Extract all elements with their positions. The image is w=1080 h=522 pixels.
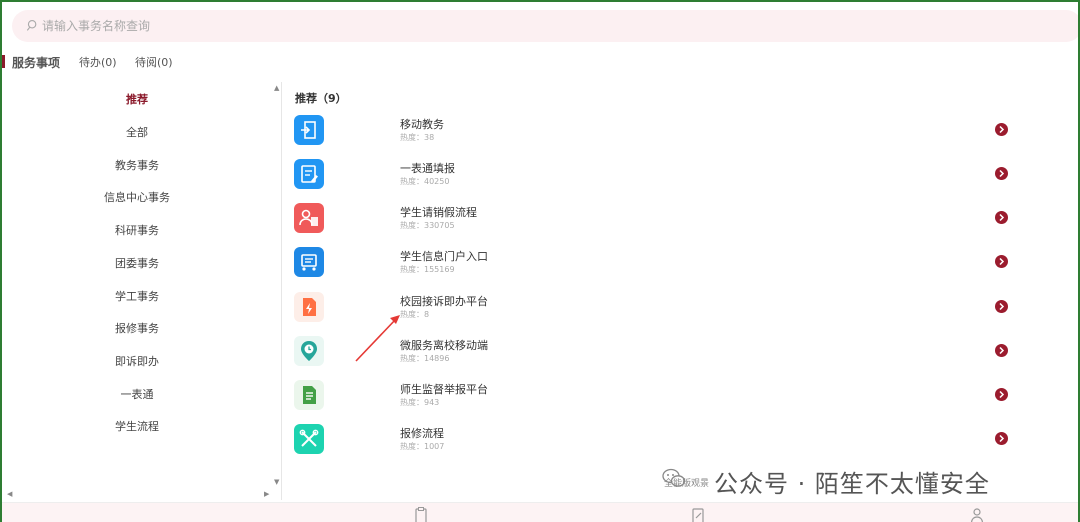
service-list: 推荐（9） 移动教务 热度：38 一表通填报 热度：40250 学生请销假流程 … bbox=[284, 82, 1078, 500]
service-row-student-portal[interactable]: 学生信息门户入口 热度：155169 bbox=[284, 247, 1078, 287]
chevron-right-icon[interactable] bbox=[995, 300, 1008, 313]
service-name: 微服务离校移动端 bbox=[400, 339, 488, 352]
service-heat: 热度：155169 bbox=[400, 265, 455, 274]
sidebar-item-academic[interactable]: 教务事务 bbox=[2, 157, 272, 173]
sidebar-item-recommend[interactable]: 推荐 bbox=[2, 91, 272, 107]
sidebar-item-one-form[interactable]: 一表通 bbox=[2, 386, 272, 402]
watermark-small-text: 全能版观景 bbox=[664, 479, 710, 489]
service-heat: 热度：8 bbox=[400, 310, 430, 319]
watermark-text: 公众号 · 陌笙不太懂安全 bbox=[714, 470, 990, 498]
tab-to-read[interactable]: 待阅(0) bbox=[135, 54, 173, 70]
user-profile-icon[interactable] bbox=[970, 506, 984, 522]
chevron-right-icon[interactable] bbox=[995, 123, 1008, 136]
service-name: 报修流程 bbox=[400, 427, 444, 440]
chevron-right-icon[interactable] bbox=[995, 432, 1008, 445]
sidebar-item-research[interactable]: 科研事务 bbox=[2, 222, 272, 238]
sidebar-item-repair[interactable]: 报修事务 bbox=[2, 320, 272, 336]
tab-service-items[interactable]: 服务事项 bbox=[12, 54, 60, 71]
lightning-document-icon bbox=[294, 292, 324, 322]
app-window: 服务事项 待办(0) 待阅(0) 推荐 全部 教务事务 信息中心事务 科研事务 … bbox=[0, 0, 1080, 522]
service-heat: 热度：1007 bbox=[400, 442, 445, 451]
service-name: 移动教务 bbox=[400, 118, 444, 131]
scroll-down-arrow-icon[interactable]: ▼ bbox=[274, 478, 279, 486]
search-bar[interactable] bbox=[12, 10, 1078, 42]
service-name: 师生监督举报平台 bbox=[400, 383, 488, 396]
service-row-repair-process[interactable]: 报修流程 热度：1007 bbox=[284, 424, 1078, 464]
red-annotation-arrow-icon bbox=[355, 315, 400, 362]
tools-icon bbox=[294, 424, 324, 454]
service-heat: 热度：943 bbox=[400, 398, 440, 407]
person-document-icon bbox=[294, 203, 324, 233]
sidebar-item-all[interactable]: 全部 bbox=[2, 124, 272, 140]
scroll-right-arrow-icon[interactable]: ▶ bbox=[264, 490, 269, 498]
tab-todo[interactable]: 待办(0) bbox=[79, 54, 117, 70]
service-row-leave-school-mobile[interactable]: 微服务离校移动端 热度：14896 bbox=[284, 336, 1078, 376]
clipboard-icon[interactable] bbox=[414, 506, 428, 522]
sidebar-item-youth-league[interactable]: 团委事务 bbox=[2, 255, 272, 271]
portal-icon bbox=[294, 247, 324, 277]
service-name: 一表通填报 bbox=[400, 162, 455, 175]
chevron-right-icon[interactable] bbox=[995, 167, 1008, 180]
service-name: 学生请销假流程 bbox=[400, 206, 477, 219]
service-heat: 热度：40250 bbox=[400, 177, 450, 186]
category-sidebar: 推荐 全部 教务事务 信息中心事务 科研事务 团委事务 学工事务 报修事务 即诉… bbox=[2, 82, 282, 500]
bottom-navigation bbox=[2, 502, 1078, 522]
service-heat: 热度：38 bbox=[400, 133, 435, 142]
sidebar-item-info-center[interactable]: 信息中心事务 bbox=[2, 189, 272, 205]
chevron-right-icon[interactable] bbox=[995, 255, 1008, 268]
chevron-right-icon[interactable] bbox=[995, 211, 1008, 224]
service-row-campus-complaint[interactable]: 校园接诉即办平台 热度：8 bbox=[284, 292, 1078, 332]
service-row-supervision-report[interactable]: 师生监督举报平台 热度：943 bbox=[284, 380, 1078, 420]
sidebar-item-student-process[interactable]: 学生流程 bbox=[2, 418, 272, 434]
service-heat: 热度：14896 bbox=[400, 354, 450, 363]
edit-form-icon bbox=[294, 159, 324, 189]
report-document-icon bbox=[294, 380, 324, 410]
tab-bar: 服务事项 待办(0) 待阅(0) bbox=[2, 52, 302, 72]
service-row-one-form-fill[interactable]: 一表通填报 热度：40250 bbox=[284, 159, 1078, 199]
chevron-right-icon[interactable] bbox=[995, 388, 1008, 401]
horizontal-scrollbar[interactable]: ◀ ▶ bbox=[2, 490, 274, 500]
service-heat: 热度：330705 bbox=[400, 221, 455, 230]
section-title: 推荐（9） bbox=[295, 92, 347, 105]
edit-document-icon[interactable] bbox=[691, 506, 705, 522]
service-name: 校园接诉即办平台 bbox=[400, 295, 488, 308]
search-input[interactable] bbox=[42, 14, 942, 38]
sidebar-item-student-affairs[interactable]: 学工事务 bbox=[2, 288, 272, 304]
exit-door-icon bbox=[294, 115, 324, 145]
scroll-left-arrow-icon[interactable]: ◀ bbox=[7, 490, 12, 498]
search-icon bbox=[26, 18, 42, 34]
location-clock-icon bbox=[294, 336, 324, 366]
sidebar-item-instant-response[interactable]: 即诉即办 bbox=[2, 353, 272, 369]
active-tab-indicator bbox=[2, 55, 5, 68]
service-row-student-leave[interactable]: 学生请销假流程 热度：330705 bbox=[284, 203, 1078, 243]
chevron-right-icon[interactable] bbox=[995, 344, 1008, 357]
scroll-up-arrow-icon[interactable]: ▲ bbox=[274, 84, 279, 92]
service-name: 学生信息门户入口 bbox=[400, 250, 488, 263]
service-row-mobile-academic[interactable]: 移动教务 热度：38 bbox=[284, 115, 1078, 155]
